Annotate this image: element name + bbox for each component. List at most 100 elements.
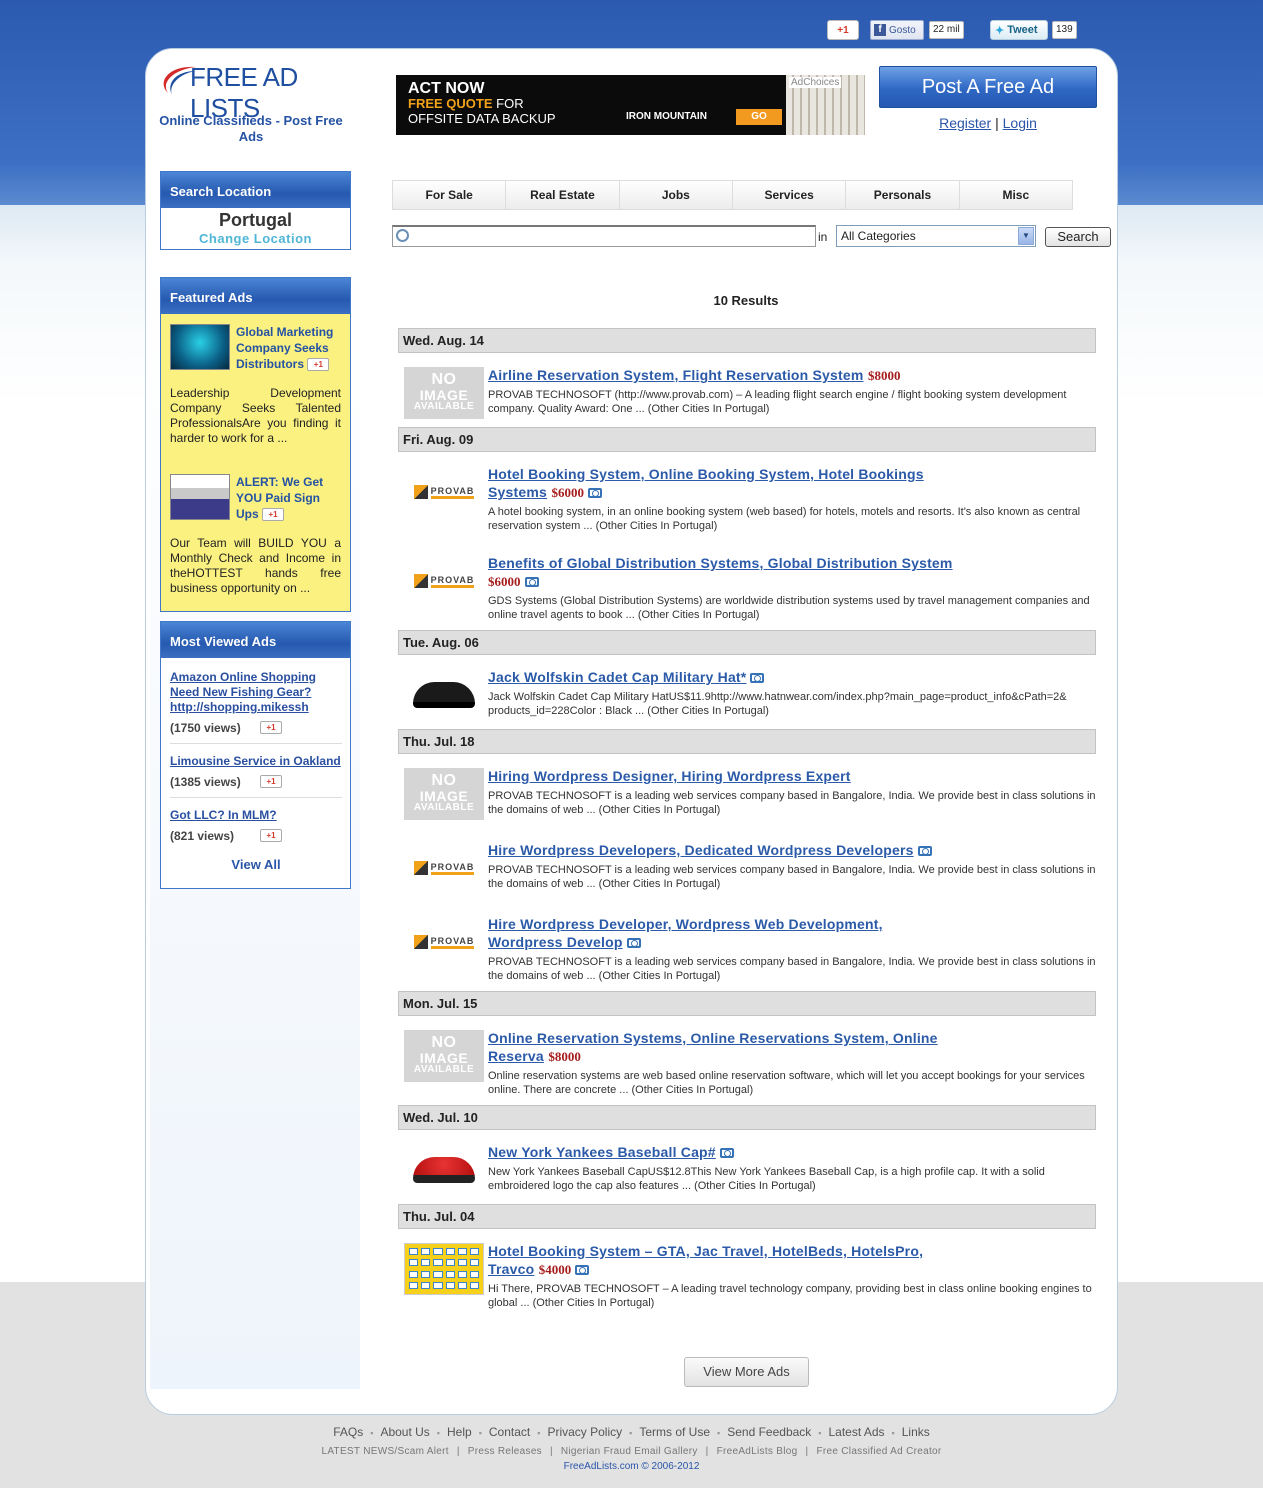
main-panel: FREE AD LISTS Online Classifieds - Post … [145,48,1118,1415]
listing-info: Hotel Booking System, Online Booking Sys… [488,466,1096,533]
site-logo[interactable]: FREE AD LISTS [158,59,358,123]
footer-link[interactable]: Terms of Use [639,1425,710,1439]
camera-icon[interactable] [626,937,641,948]
footer-link[interactable]: Latest Ads [829,1425,885,1439]
listing-title[interactable]: Jack Wolfskin Cadet Cap Military Hat* [488,669,746,685]
provab-logo-icon [413,485,428,499]
provab-logo-thumbnail[interactable]: PROVAB [404,555,484,607]
google-plus-button[interactable]: +1 [827,20,859,40]
footer-link[interactable]: Send Feedback [727,1425,811,1439]
listing-title[interactable]: New York Yankees Baseball Cap# [488,1144,716,1160]
listing-info: Hire Wordpress Developers, Dedicated Wor… [488,842,1096,894]
listing-title[interactable]: Hiring Wordpress Designer, Hiring Wordpr… [488,768,851,784]
footer-link[interactable]: FAQs [333,1425,363,1439]
provab-logo-thumbnail[interactable]: PROVAB [404,842,484,894]
view-count: (821 views) [170,829,235,843]
location-name: Portugal [218,210,292,230]
search-button[interactable]: Search [1045,227,1111,247]
google-plus-button[interactable]: +1 [260,721,282,734]
no-image-placeholder[interactable]: NO IMAGE AVAILABLE [404,768,484,820]
hotel-logos-thumbnail[interactable] [404,1243,484,1295]
ad-go-button[interactable]: GO [736,109,782,125]
listing-title[interactable]: Hire Wordpress Developer, Wordpress Web … [488,916,883,950]
account-links: Register | Login [879,115,1097,131]
google-plus-button[interactable]: +1 [307,358,330,372]
login-link[interactable]: Login [1003,115,1037,131]
google-plus-button[interactable]: +1 [260,775,282,788]
listing-row: PROVAB Hire Wordpress Developer, Wordpres… [398,902,1096,991]
camera-icon[interactable] [587,487,602,498]
camera-icon[interactable] [575,1264,590,1275]
nav-services[interactable]: Services [733,181,847,209]
footer-link[interactable]: Contact [489,1425,530,1439]
ad-headline: ACT NOW [408,80,485,97]
footer-links: FAQs ▪ About Us ▪ Help ▪ Contact ▪ Privacy Polic… [0,1425,1263,1439]
footer-secondary-link[interactable]: LATEST NEWS/Scam Alert [321,1446,448,1457]
camera-icon[interactable] [917,845,932,856]
twitter-bird-icon: ✦ [995,24,1005,37]
footer-secondary-link[interactable]: Nigerian Fraud Email Gallery [561,1446,698,1457]
search-input[interactable] [392,225,816,247]
footer-link[interactable]: About Us [380,1425,429,1439]
camera-icon[interactable] [750,672,765,683]
listing-description: PROVAB TECHNOSOFT (http://www.provab.com… [488,389,1067,415]
adchoices-label[interactable]: AdChoices [789,77,842,88]
gta-logo-cell [433,1281,443,1289]
featured-ad-thumbnail[interactable] [170,324,230,370]
footer-link[interactable]: Help [447,1425,472,1439]
no-image-placeholder[interactable]: NO IMAGE AVAILABLE [404,1030,484,1082]
featured-ad-item[interactable]: Global Marketing Company Seeks Distribut… [170,324,341,372]
gta-logo-cell [445,1270,455,1278]
listing-price: $4000 [538,1262,572,1277]
ad-banner[interactable]: ACT NOW FREE QUOTE FOR OFFSITE DATA BACK… [396,75,865,135]
google-plus-button[interactable]: +1 [262,508,285,522]
listing-title[interactable]: Airline Reservation System, Flight Reser… [488,367,864,383]
ad-brand: IRON MOUNTAIN [626,111,707,122]
footer-secondary-link[interactable]: Free Classified Ad Creator [816,1446,941,1457]
listing-title[interactable]: Hire Wordpress Developers, Dedicated Wor… [488,842,914,858]
provab-logo-thumbnail[interactable]: PROVAB [404,466,484,518]
nav-personals[interactable]: Personals [846,181,960,209]
listing-info: Online Reservation Systems, Online Reser… [488,1030,1096,1097]
provab-logo-icon [413,935,428,949]
date-header: Fri. Aug. 09 [398,427,1096,452]
most-viewed-link[interactable]: Got LLC? In MLM? [170,808,342,823]
tweet-button[interactable]: ✦ Tweet [990,20,1048,40]
camera-icon[interactable] [719,1147,734,1158]
footer-separator: ▪ [436,1428,440,1438]
register-link[interactable]: Register [939,115,991,131]
most-viewed-link[interactable]: Limousine Service in Oakland [170,754,342,769]
nav-real-estate[interactable]: Real Estate [506,181,620,209]
footer-link[interactable]: Links [902,1425,930,1439]
nav-for-sale[interactable]: For Sale [393,181,507,209]
red-cap-thumbnail[interactable] [404,1144,484,1196]
post-free-ad-button[interactable]: Post A Free Ad [879,66,1097,108]
date-header: Wed. Jul. 10 [398,1105,1096,1130]
change-location-link[interactable]: Change Location [161,231,350,246]
camera-icon[interactable] [524,576,539,587]
nav-jobs[interactable]: Jobs [620,181,733,209]
provab-logo-thumbnail[interactable]: PROVAB [404,916,484,968]
featured-ad-thumbnail[interactable] [170,474,230,520]
no-image-text: NO [431,371,457,388]
date-header: Mon. Jul. 15 [398,991,1096,1016]
view-more-ads-button[interactable]: View More Ads [684,1357,809,1387]
featured-ad-item[interactable]: ALERT: We Get YOU Paid Sign Ups +1 [170,474,341,522]
nav-misc[interactable]: Misc [960,181,1072,209]
footer-secondary-links: LATEST NEWS/Scam Alert | Press Releases | Ni… [0,1446,1263,1457]
footer-link[interactable]: Privacy Policy [547,1425,622,1439]
category-select[interactable]: All Categories ▼ [836,225,1036,247]
listing-description: Hi There, PROVAB TECHNOSOFT – A leading … [488,1283,1092,1309]
google-plus-button[interactable]: +1 [260,829,282,842]
facebook-like-button[interactable]: f Gosto [870,20,924,40]
most-viewed-box: Most Viewed Ads Amazon Online Shopping N… [160,621,351,889]
most-viewed-link[interactable]: Amazon Online Shopping Need New Fishing … [170,670,342,715]
view-all-link[interactable]: View All [170,857,342,872]
selected-category: All Categories [841,229,916,243]
footer-secondary-link[interactable]: FreeAdLists Blog [717,1446,798,1457]
no-image-placeholder[interactable]: NO IMAGE AVAILABLE [404,367,484,419]
black-cap-thumbnail[interactable] [404,669,484,721]
footer-secondary-link[interactable]: Press Releases [468,1446,542,1457]
listing-title[interactable]: Benefits of Global Distribution Systems,… [488,555,953,571]
gta-logo-cell [421,1270,431,1278]
